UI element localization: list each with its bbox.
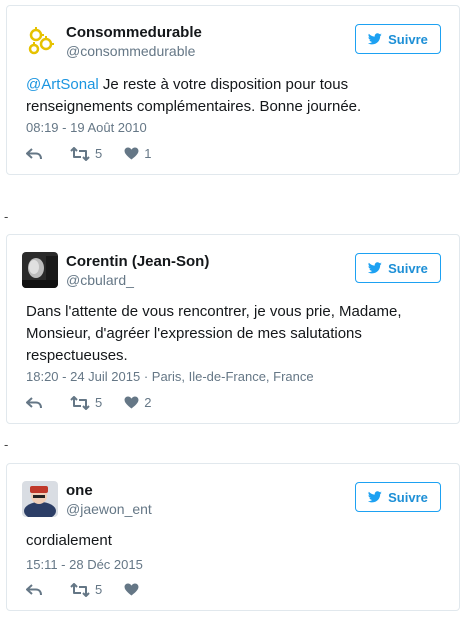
avatar[interactable] bbox=[22, 252, 58, 288]
avatar[interactable] bbox=[22, 481, 58, 517]
author-name[interactable]: Consommedurable bbox=[66, 24, 202, 42]
like-count: 2 bbox=[144, 395, 152, 410]
author-handle[interactable]: @jaewon_ent bbox=[66, 500, 152, 518]
tweet-text: @ArtSonal Je reste à votre disposition p… bbox=[26, 74, 445, 118]
reply-icon bbox=[26, 147, 42, 159]
tweet-timestamp[interactable]: 08:19 - 19 Août 2010 bbox=[26, 120, 147, 135]
reply-button[interactable] bbox=[26, 396, 42, 410]
author-block: one @jaewon_ent bbox=[66, 482, 152, 518]
tweet-actions: 5 1 bbox=[26, 146, 151, 161]
author-handle[interactable]: @cbulard_ bbox=[66, 271, 209, 289]
retweet-icon bbox=[70, 582, 90, 597]
like-count: 1 bbox=[144, 146, 152, 161]
follow-button[interactable]: Suivre bbox=[355, 253, 441, 283]
tweet-location[interactable]: · Paris, Ile-de-France, France bbox=[144, 369, 314, 384]
tweet-text: Dans l'attente de vous rencontrer, je vo… bbox=[26, 303, 402, 364]
reply-button[interactable] bbox=[26, 147, 42, 161]
retweet-icon bbox=[70, 146, 90, 161]
tweet-card: Consommedurable @consommedurable Suivre … bbox=[6, 5, 460, 175]
profile-photo-icon bbox=[22, 252, 58, 288]
tweet-actions: 5 bbox=[26, 582, 144, 597]
tweet-card: Corentin (Jean-Son) @cbulard_ Suivre Dan… bbox=[6, 234, 460, 424]
retweet-count: 5 bbox=[95, 146, 103, 161]
like-button[interactable]: 2 bbox=[124, 395, 151, 410]
like-button[interactable]: 1 bbox=[124, 146, 151, 161]
retweet-button[interactable]: 5 bbox=[70, 146, 102, 161]
retweet-count: 5 bbox=[95, 582, 103, 597]
follow-button[interactable]: Suivre bbox=[355, 24, 441, 54]
reply-icon bbox=[26, 583, 42, 595]
heart-icon bbox=[124, 396, 139, 409]
mention-link[interactable]: @ArtSonal bbox=[26, 76, 99, 93]
profile-photo-icon bbox=[22, 481, 58, 517]
retweet-button[interactable]: 5 bbox=[70, 395, 102, 410]
separator-dash: - bbox=[4, 209, 9, 224]
author-handle[interactable]: @consommedurable bbox=[66, 42, 202, 60]
twitter-bird-icon bbox=[368, 491, 382, 503]
like-button[interactable] bbox=[124, 583, 144, 596]
avatar[interactable] bbox=[22, 23, 58, 59]
follow-label: Suivre bbox=[388, 260, 428, 276]
follow-label: Suivre bbox=[388, 31, 428, 47]
tweet-timestamp[interactable]: 18:20 - 24 Juil 2015 bbox=[26, 369, 140, 384]
twitter-bird-icon bbox=[368, 33, 382, 45]
author-name[interactable]: one bbox=[66, 482, 152, 500]
retweet-icon bbox=[70, 395, 90, 410]
follow-label: Suivre bbox=[388, 489, 428, 505]
tweet-meta: 18:20 - 24 Juil 2015 · Paris, Ile-de-Fra… bbox=[26, 369, 314, 384]
reply-icon bbox=[26, 396, 42, 408]
heart-icon bbox=[124, 147, 139, 160]
reply-button[interactable] bbox=[26, 583, 42, 597]
retweet-count: 5 bbox=[95, 395, 103, 410]
separator-dash: - bbox=[4, 437, 9, 452]
tweet-timestamp[interactable]: 15:11 - 28 Déc 2015 bbox=[26, 557, 143, 572]
heart-icon bbox=[124, 583, 139, 596]
twitter-bird-icon bbox=[368, 262, 382, 274]
author-block: Corentin (Jean-Son) @cbulard_ bbox=[66, 253, 209, 289]
tweet-actions: 5 2 bbox=[26, 395, 151, 410]
tweet-card: one @jaewon_ent Suivre cordialement 15:1… bbox=[6, 463, 460, 611]
follow-button[interactable]: Suivre bbox=[355, 482, 441, 512]
author-block: Consommedurable @consommedurable bbox=[66, 24, 202, 60]
logo-icon bbox=[22, 23, 58, 59]
author-name[interactable]: Corentin (Jean-Son) bbox=[66, 253, 209, 271]
retweet-button[interactable]: 5 bbox=[70, 582, 102, 597]
tweet-text: cordialement bbox=[26, 532, 112, 549]
